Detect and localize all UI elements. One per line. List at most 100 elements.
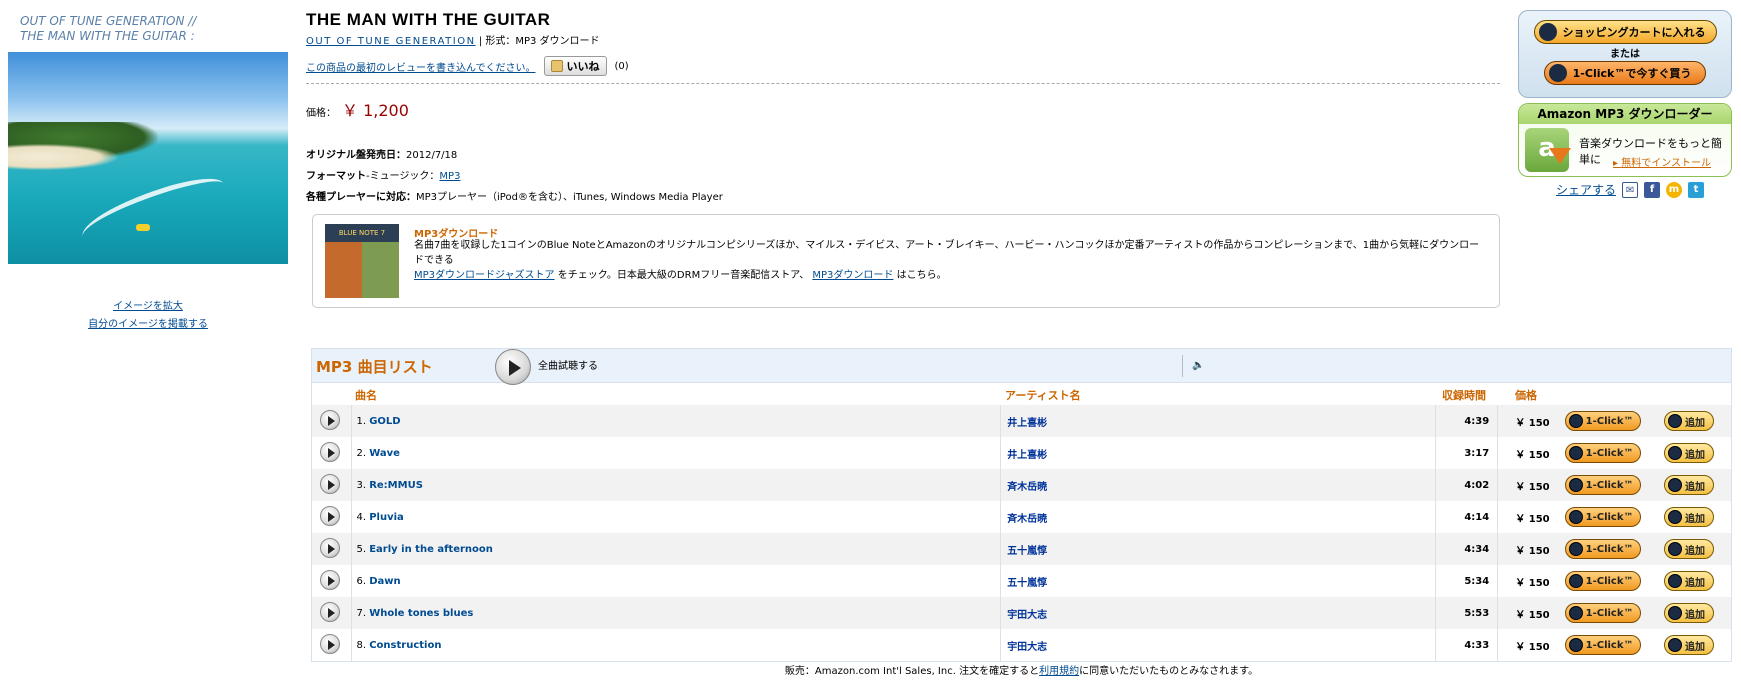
price-row: 価格： ￥ 1,200	[306, 97, 1500, 121]
play-all-label[interactable]: 全曲試聴する	[538, 357, 598, 372]
oneclick-label: 1-Click™	[1585, 543, 1634, 555]
track-number: 2.	[356, 447, 367, 459]
track-oneclick-button[interactable]: 1-Click™	[1564, 603, 1641, 623]
track-artist-link[interactable]: 宇田大志	[1001, 610, 1047, 621]
album-caption: OUT OF TUNE GENERATION // THE MAN WITH T…	[8, 14, 288, 52]
terms-link[interactable]: 利用規約	[1039, 666, 1079, 677]
twitter-icon[interactable]: t	[1688, 181, 1705, 198]
dashed-divider	[306, 83, 1500, 84]
track-title-link[interactable]: Early in the afternoon	[369, 544, 493, 555]
track-price: ￥ 150	[1515, 417, 1550, 429]
promo-text-1: 名曲7曲を収録した1コインのBlue NoteとAmazonのオリジナルコンピシ…	[414, 240, 1480, 266]
track-play-button[interactable]	[320, 633, 340, 654]
track-oneclick-button[interactable]: 1-Click™	[1564, 475, 1641, 495]
track-add-cell: 追加	[1648, 629, 1731, 661]
track-row: 4. Pluvia 斉木岳暁 4:14 ￥ 150 1-Click™ 追加	[312, 501, 1731, 533]
album-cover-image[interactable]	[8, 52, 288, 264]
cart-icon	[1668, 478, 1683, 492]
artist-link[interactable]: OUT OF TUNE GENERATION	[306, 36, 476, 47]
oneclick-icon	[1548, 64, 1567, 82]
facebook-icon[interactable]: f	[1644, 181, 1661, 198]
share-link[interactable]: シェアする	[1556, 181, 1616, 198]
buy-now-oneclick-button[interactable]: 1-Click™で今すぐ買う	[1543, 61, 1707, 85]
track-oneclick-button[interactable]: 1-Click™	[1564, 411, 1641, 431]
track-title-link[interactable]: GOLD	[369, 416, 400, 427]
add-label: 追加	[1685, 609, 1706, 621]
track-add-to-cart-button[interactable]: 追加	[1664, 539, 1715, 559]
add-to-cart-button[interactable]: ショッピングカートに入れる	[1533, 20, 1717, 44]
play-icon	[509, 360, 521, 376]
track-title-link[interactable]: Re:MMUS	[369, 480, 423, 491]
enlarge-image-link[interactable]: イメージを拡大	[113, 301, 183, 312]
cover-beach	[8, 144, 118, 170]
write-review-link[interactable]: この商品の最初のレビューを書き込んでください。	[306, 59, 536, 74]
track-add-to-cart-button[interactable]: 追加	[1664, 411, 1715, 431]
oneclick-label: 1-Click™	[1585, 607, 1634, 619]
track-artist-link[interactable]: 斉木岳暁	[1001, 482, 1047, 493]
promo-jazz-store-link[interactable]: MP3ダウンロードジャズストア	[414, 270, 555, 281]
install-free-link[interactable]: 無料でインストール	[1613, 154, 1711, 169]
promo-image[interactable]: BLUE NOTE 7 VOCALS	[325, 224, 399, 298]
track-artist-link[interactable]: 宇田大志	[1001, 642, 1047, 653]
track-oneclick-button[interactable]: 1-Click™	[1564, 635, 1641, 655]
track-title-link[interactable]: Pluvia	[369, 512, 404, 523]
track-artist-link[interactable]: 井上喜彬	[1001, 450, 1047, 461]
track-add-to-cart-button[interactable]: 追加	[1664, 571, 1715, 591]
track-price: ￥ 150	[1515, 545, 1550, 557]
format-music: -ミュージック：	[366, 171, 440, 182]
cart-icon	[1668, 606, 1683, 620]
promo-mp3-link[interactable]: MP3ダウンロード	[812, 270, 893, 281]
players-row: 各種プレーヤーに対応：MP3プレーヤー（iPod®を含む）、iTunes, Wi…	[306, 187, 1500, 208]
format-mp3-link[interactable]: MP3	[439, 171, 460, 182]
track-artist-cell: 斉木岳暁	[1000, 501, 1437, 533]
tracklist-header: MP3 曲目リスト 全曲試聴する 🔈	[312, 349, 1731, 385]
cover-boat-wake	[76, 169, 230, 251]
track-play-button[interactable]	[320, 409, 340, 430]
track-title-link[interactable]: Dawn	[369, 576, 400, 587]
track-title-link[interactable]: Construction	[369, 640, 441, 651]
track-play-button[interactable]	[320, 601, 340, 622]
oneclick-icon	[1568, 446, 1583, 460]
track-play-button[interactable]	[320, 537, 340, 558]
track-play-cell	[312, 405, 353, 437]
cart-icon	[1668, 510, 1683, 524]
track-play-cell	[312, 469, 353, 501]
track-oneclick-button[interactable]: 1-Click™	[1564, 507, 1641, 527]
track-add-to-cart-button[interactable]: 追加	[1664, 507, 1715, 527]
track-title-link[interactable]: Whole tones blues	[369, 608, 473, 619]
mixi-icon[interactable]: m	[1666, 181, 1683, 198]
like-label: いいね	[566, 60, 600, 73]
volume-icon[interactable]: 🔈	[1192, 360, 1204, 371]
track-add-to-cart-button[interactable]: 追加	[1664, 475, 1715, 495]
track-oneclick-button[interactable]: 1-Click™	[1564, 443, 1641, 463]
play-all-button[interactable]	[495, 349, 531, 385]
track-add-to-cart-button[interactable]: 追加	[1664, 443, 1715, 463]
track-play-button[interactable]	[320, 505, 340, 526]
track-oneclick-button[interactable]: 1-Click™	[1564, 571, 1641, 591]
track-artist-link[interactable]: 五十嵐惇	[1001, 546, 1047, 557]
track-play-button[interactable]	[320, 441, 340, 462]
track-add-to-cart-button[interactable]: 追加	[1664, 603, 1715, 623]
track-artist-link[interactable]: 井上喜彬	[1001, 418, 1047, 429]
email-icon[interactable]: ✉	[1622, 181, 1639, 198]
add-label: 追加	[1685, 641, 1706, 653]
track-artist-link[interactable]: 斉木岳暁	[1001, 514, 1047, 525]
track-duration: 4:14	[1435, 501, 1499, 533]
track-artist-link[interactable]: 五十嵐惇	[1001, 578, 1047, 589]
track-add-cell: 追加	[1648, 469, 1731, 501]
track-title-link[interactable]: Wave	[369, 448, 400, 459]
release-date: 2012/7/18	[406, 150, 458, 161]
track-artist-cell: 井上喜彬	[1000, 405, 1437, 437]
like-button[interactable]: いいね	[543, 56, 607, 76]
add-label: 追加	[1685, 449, 1706, 461]
track-oneclick-button[interactable]: 1-Click™	[1564, 539, 1641, 559]
track-play-button[interactable]	[320, 473, 340, 494]
upload-image-link[interactable]: 自分のイメージを掲載する	[88, 319, 208, 330]
track-add-to-cart-button[interactable]: 追加	[1664, 635, 1715, 655]
track-title-cell: 6. Dawn	[351, 565, 1002, 597]
track-play-button[interactable]	[320, 569, 340, 590]
track-duration: 3:17	[1435, 437, 1499, 469]
track-number: 5.	[356, 543, 367, 555]
track-duration: 4:34	[1435, 533, 1499, 565]
track-number: 7.	[356, 607, 367, 619]
